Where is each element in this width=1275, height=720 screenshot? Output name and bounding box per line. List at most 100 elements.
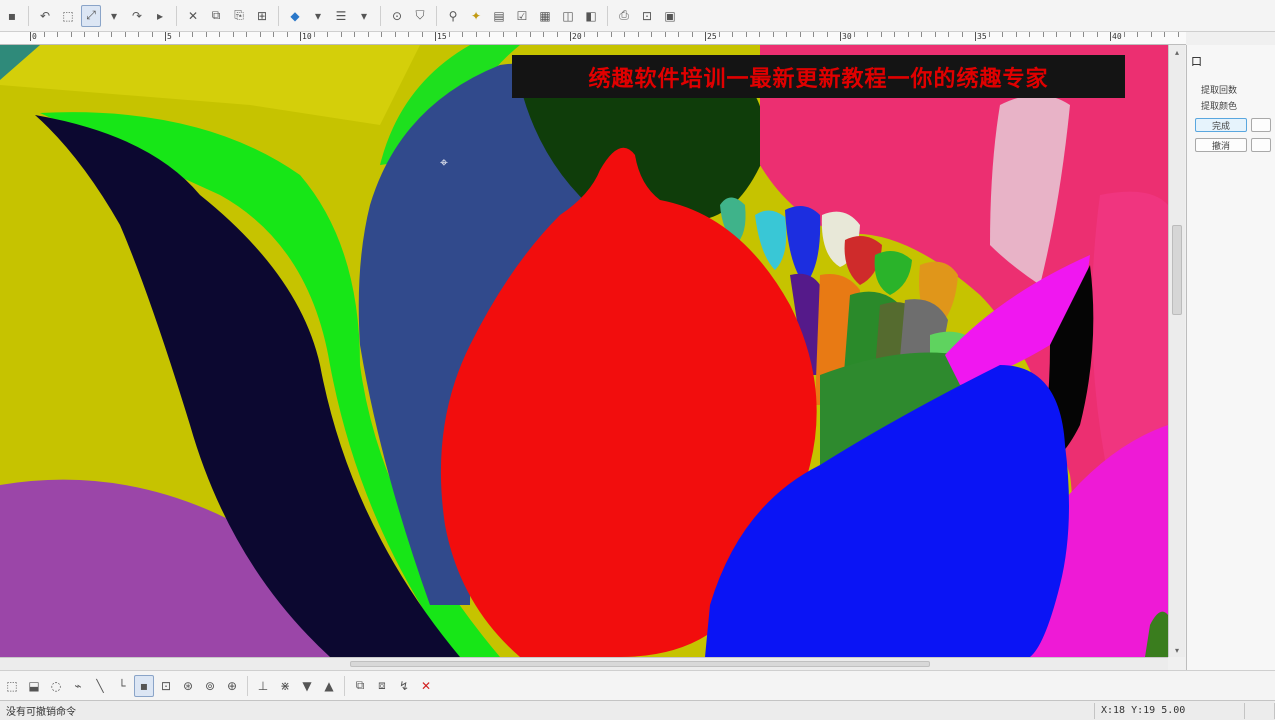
grid-icon[interactable]: ▦ [535, 5, 555, 27]
vertical-scroll-thumb[interactable] [1172, 225, 1182, 315]
align-icon[interactable]: ⊥ [253, 675, 273, 697]
preview-icon[interactable]: ⊡ [637, 5, 657, 27]
panel-row-extract-count: 提取回数 [1201, 86, 1238, 96]
ruler-tick [961, 32, 963, 37]
distribute-icon[interactable]: ⋇ [275, 675, 295, 697]
ruler-tick [246, 32, 247, 37]
ruler-tick [975, 32, 976, 41]
ruler-tick [637, 32, 639, 37]
ungroup-icon[interactable]: ⧈ [372, 675, 392, 697]
zoom-icon[interactable]: ⊙ [387, 5, 407, 27]
tutorial-banner: 绣趣软件培训一最新更新教程一你的绣趣专家 [512, 55, 1125, 98]
settings-icon[interactable]: ▣ [660, 5, 680, 27]
ruler-tick [1137, 32, 1138, 37]
mirror-icon[interactable]: ⊕ [222, 675, 242, 697]
save-icon[interactable]: ▪ [2, 5, 22, 27]
group-icon[interactable]: ⧉ [350, 675, 370, 697]
ruler-tick [259, 32, 261, 37]
break-icon[interactable]: ↯ [394, 675, 414, 697]
ruler-tick [219, 32, 220, 37]
print-icon[interactable]: ⎙ [614, 5, 634, 27]
ruler-tick [138, 32, 139, 37]
ruler-tick [462, 32, 463, 37]
ruler-tick [610, 32, 612, 37]
bottom-toolbar: ⬚ ⬓ ◌ ⌁ ╲ └ ▪ ⊡ ⊛ ⊚ ⊕ ⊥ ⋇ ▼ ▲ ⧉ ⧈ ↯ ✕ [0, 670, 1275, 700]
arrow-down-icon[interactable]: ▼ [297, 675, 317, 697]
horizontal-scrollbar[interactable] [0, 657, 1168, 670]
horizontal-scroll-thumb[interactable] [350, 661, 930, 667]
ruler-label: 30 [842, 32, 852, 41]
frame-icon[interactable]: ⛉ [410, 5, 430, 27]
scroll-down-icon[interactable]: ▾ [1169, 643, 1185, 657]
corner-icon[interactable]: └ [112, 675, 132, 697]
color-icon[interactable]: ◧ [581, 5, 601, 27]
ruler-tick [583, 32, 585, 37]
dropdown-icon[interactable]: ▾ [104, 5, 124, 27]
undo-button[interactable]: 撤消 [1195, 138, 1247, 152]
stitch-icon[interactable]: ☰ [331, 5, 351, 27]
ruler-tick [948, 32, 949, 37]
ruler-tick [340, 32, 342, 37]
ruler-tick [570, 32, 571, 41]
design-canvas[interactable]: 绣趣软件培训一最新更新教程一你的绣趣专家 ⌖ [0, 45, 1168, 657]
hoop-icon[interactable]: ◫ [558, 5, 578, 27]
toolbar-separator [28, 5, 29, 26]
node-icon[interactable]: ⊡ [156, 675, 176, 697]
ruler-tick [286, 32, 288, 37]
bulb-icon[interactable]: ✦ [466, 5, 486, 27]
ruler-tick [394, 32, 396, 37]
select-icon[interactable]: ⬚ [58, 5, 78, 27]
move-icon[interactable]: ⤢ [81, 4, 101, 27]
duplicate-icon[interactable]: ⊞ [252, 5, 272, 27]
rect-select-icon[interactable]: ⬚ [2, 675, 22, 697]
check-icon[interactable]: ☑ [512, 5, 532, 27]
redo-icon[interactable]: ↷ [127, 5, 147, 27]
fabric-icon[interactable]: ▤ [489, 5, 509, 27]
stitch-dropdown-icon[interactable]: ▾ [354, 5, 374, 27]
rotate-icon[interactable]: ⊚ [200, 675, 220, 697]
cut-icon[interactable]: ✕ [183, 5, 203, 27]
scroll-up-icon[interactable]: ▴ [1169, 45, 1185, 59]
status-message: 没有可撤销命令 [0, 702, 1095, 719]
ruler-label: 0 [32, 32, 37, 41]
ruler-tick [529, 32, 531, 37]
toolbar-separator [344, 675, 345, 696]
bezier-icon[interactable]: ⊛ [178, 675, 198, 697]
ruler-tick [1069, 32, 1071, 37]
ruler-tick [273, 32, 274, 37]
ruler-tick [894, 32, 895, 37]
paste-icon[interactable]: ⎘ [229, 5, 249, 27]
toolbar-separator [247, 675, 248, 696]
toolbar-separator [380, 5, 381, 26]
fill-dropdown-icon[interactable]: ▾ [308, 5, 328, 27]
ruler-label: 10 [302, 32, 312, 41]
ruler-tick [718, 32, 720, 37]
ruler-label: 35 [977, 32, 987, 41]
ruler-tick [664, 32, 666, 37]
magic-wand-icon[interactable]: ⌁ [68, 675, 88, 697]
line-icon[interactable]: ╲ [90, 675, 110, 697]
finish-button[interactable]: 完成 [1195, 118, 1247, 132]
finish-extra-button[interactable] [1251, 118, 1271, 132]
ruler-tick [556, 32, 558, 37]
lasso-icon[interactable]: ◌ [46, 675, 66, 697]
undo-extra-button[interactable] [1251, 138, 1271, 152]
ruler-tick [907, 32, 909, 37]
vertical-scrollbar[interactable]: ▴ ▾ [1168, 45, 1185, 657]
undo-icon[interactable]: ↶ [35, 5, 55, 27]
ruler-tick [1029, 32, 1030, 37]
close-icon[interactable]: ✕ [416, 675, 436, 697]
freehand-select-icon[interactable]: ⬓ [24, 675, 44, 697]
ruler-tick [624, 32, 625, 37]
ruler-tick [597, 32, 598, 37]
toolbar-separator [176, 5, 177, 26]
fill-icon[interactable]: ◆ [285, 5, 305, 27]
pin-icon[interactable]: ⚲ [443, 5, 463, 27]
point-icon[interactable]: ▪ [134, 674, 154, 697]
copy-icon[interactable]: ⧉ [206, 5, 226, 27]
properties-panel: 口 提取回数 提取颜色 完成 撤消 [1186, 45, 1275, 670]
ruler-tick [475, 32, 477, 37]
arrow-up-icon[interactable]: ▲ [319, 675, 339, 697]
ruler-tick [300, 32, 301, 41]
redo-dropdown-icon[interactable]: ▸ [150, 5, 170, 27]
